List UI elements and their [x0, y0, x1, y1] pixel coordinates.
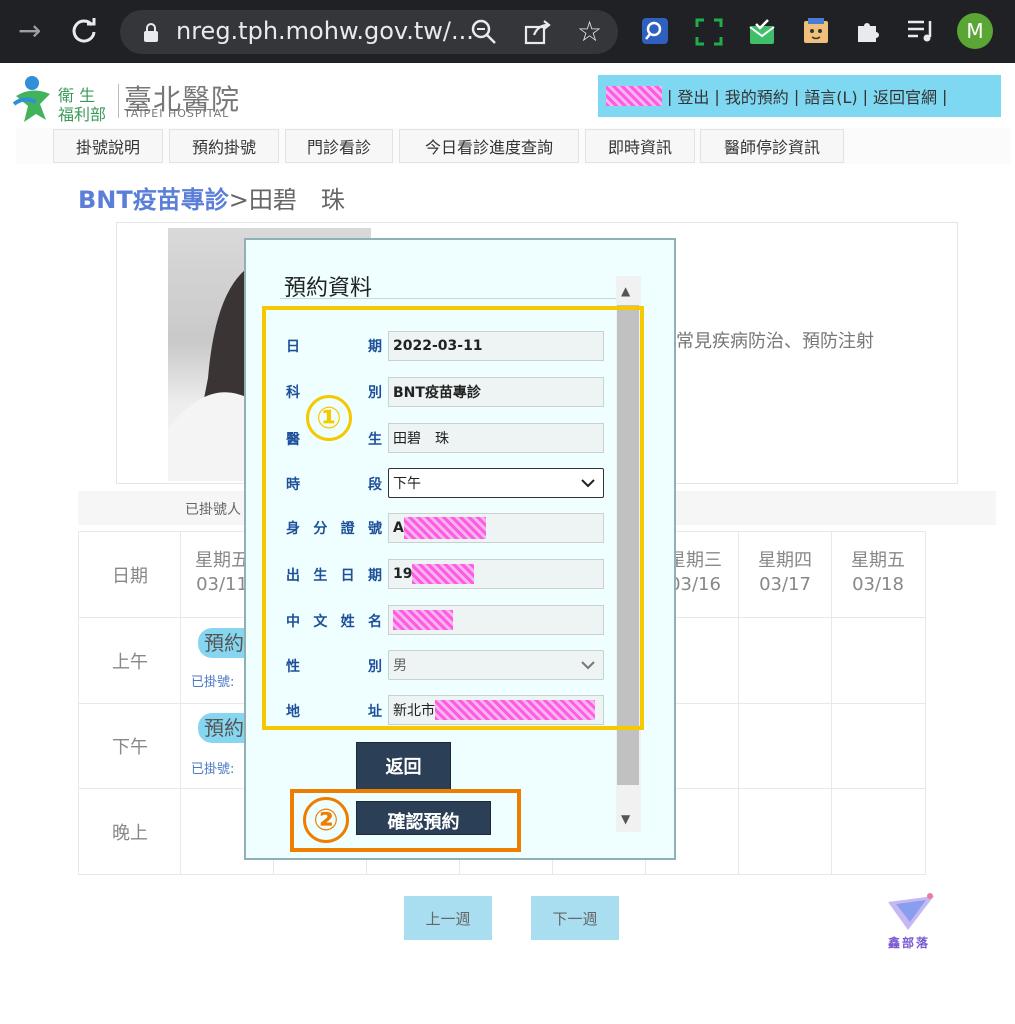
language-link[interactable]: 語言(L) [804, 84, 857, 108]
prev-week-button[interactable]: 上一週 [404, 896, 492, 940]
doctor-breadcrumb: >田碧 珠 [228, 186, 345, 214]
date-column-header: 日期 [112, 566, 148, 587]
lock-icon[interactable] [143, 23, 159, 47]
hospital-name-en: TAIPEI HOSPITAL [124, 107, 230, 120]
ministry-name-line2: 福利部 [58, 105, 107, 124]
booked-count-label: 已掛號人 [185, 502, 241, 518]
scroll-down-icon[interactable]: ▼ [621, 812, 630, 826]
table-divider [180, 531, 181, 875]
star-icon[interactable]: ☆ [577, 15, 602, 48]
department-title[interactable]: BNT疫苗專診 [78, 186, 229, 214]
redacted-username [606, 86, 662, 106]
link-separator: | [667, 86, 673, 106]
link-separator: | [942, 86, 948, 106]
logo-divider [118, 84, 119, 118]
annotation-marker-1: ① [306, 395, 352, 441]
tab-registration-guide[interactable]: 掛號說明 [53, 129, 163, 163]
screenshot-icon[interactable] [695, 18, 723, 50]
tab-today-progress[interactable]: 今日看診進度查詢 [399, 129, 579, 163]
tab-book-appointment[interactable]: 預約掛號 [169, 129, 279, 163]
booked-count-morning: 已掛號: [191, 675, 235, 690]
url-text[interactable]: nreg.tph.mohw.gov.tw/... [176, 17, 474, 45]
date-header-fri: 03/18 [852, 574, 904, 595]
table-divider [738, 531, 739, 875]
back-official-link[interactable]: 返回官網 [873, 84, 937, 108]
my-booking-link[interactable]: 我的預約 [725, 84, 789, 108]
next-week-button[interactable]: 下一週 [531, 896, 619, 940]
date-header-mon: 03/11 [196, 574, 248, 595]
period-afternoon: 下午 [112, 737, 148, 758]
period-morning: 上午 [112, 652, 148, 673]
zoom-icon[interactable] [471, 19, 497, 49]
face-box-icon[interactable] [802, 17, 830, 49]
profile-avatar[interactable]: M [957, 13, 993, 49]
link-separator: | [793, 86, 800, 106]
link-separator: | [714, 86, 720, 106]
extension-search-icon[interactable] [642, 18, 668, 44]
tab-clinic[interactable]: 門診看診 [285, 129, 393, 163]
annotation-box-1 [262, 306, 644, 730]
modal-title-divider [280, 298, 616, 299]
reload-icon[interactable] [70, 16, 100, 50]
day-header-thu: 星期四 [758, 550, 812, 571]
share-icon[interactable] [524, 19, 552, 49]
back-button[interactable]: 返回 [356, 742, 451, 790]
top-links-bar: | 登出 | 我的預約 | 語言(L) | 返回官網 | [598, 75, 1001, 117]
day-header-mon: 星期五 [195, 550, 249, 571]
ministry-logo-icon [10, 74, 54, 122]
day-header-fri: 星期五 [851, 550, 905, 571]
puzzle-icon[interactable] [855, 18, 881, 48]
logout-link[interactable]: 登出 [677, 84, 709, 108]
table-divider [831, 531, 832, 875]
tab-live-info[interactable]: 即時資訊 [585, 129, 695, 163]
annotation-marker-2: ② [303, 797, 349, 843]
booked-count-afternoon: 已掛號: [191, 762, 235, 777]
period-evening: 晚上 [112, 823, 148, 844]
date-header-thu: 03/17 [759, 574, 811, 595]
mail-check-icon[interactable] [748, 18, 776, 50]
watermark-text: 鑫部落 [888, 936, 931, 950]
scroll-up-icon[interactable]: ▲ [621, 284, 630, 298]
page-title: BNT疫苗專診>田碧 珠 [78, 180, 345, 215]
doctor-specialty: 常見疾病防治、預防注射 [676, 331, 874, 352]
tab-doctor-leave[interactable]: 醫師停診資訊 [700, 129, 844, 163]
back-arrow-icon[interactable]: → [18, 14, 41, 47]
media-list-icon[interactable] [906, 18, 936, 48]
watermark-logo-icon [886, 892, 936, 936]
link-separator: | [862, 86, 868, 106]
